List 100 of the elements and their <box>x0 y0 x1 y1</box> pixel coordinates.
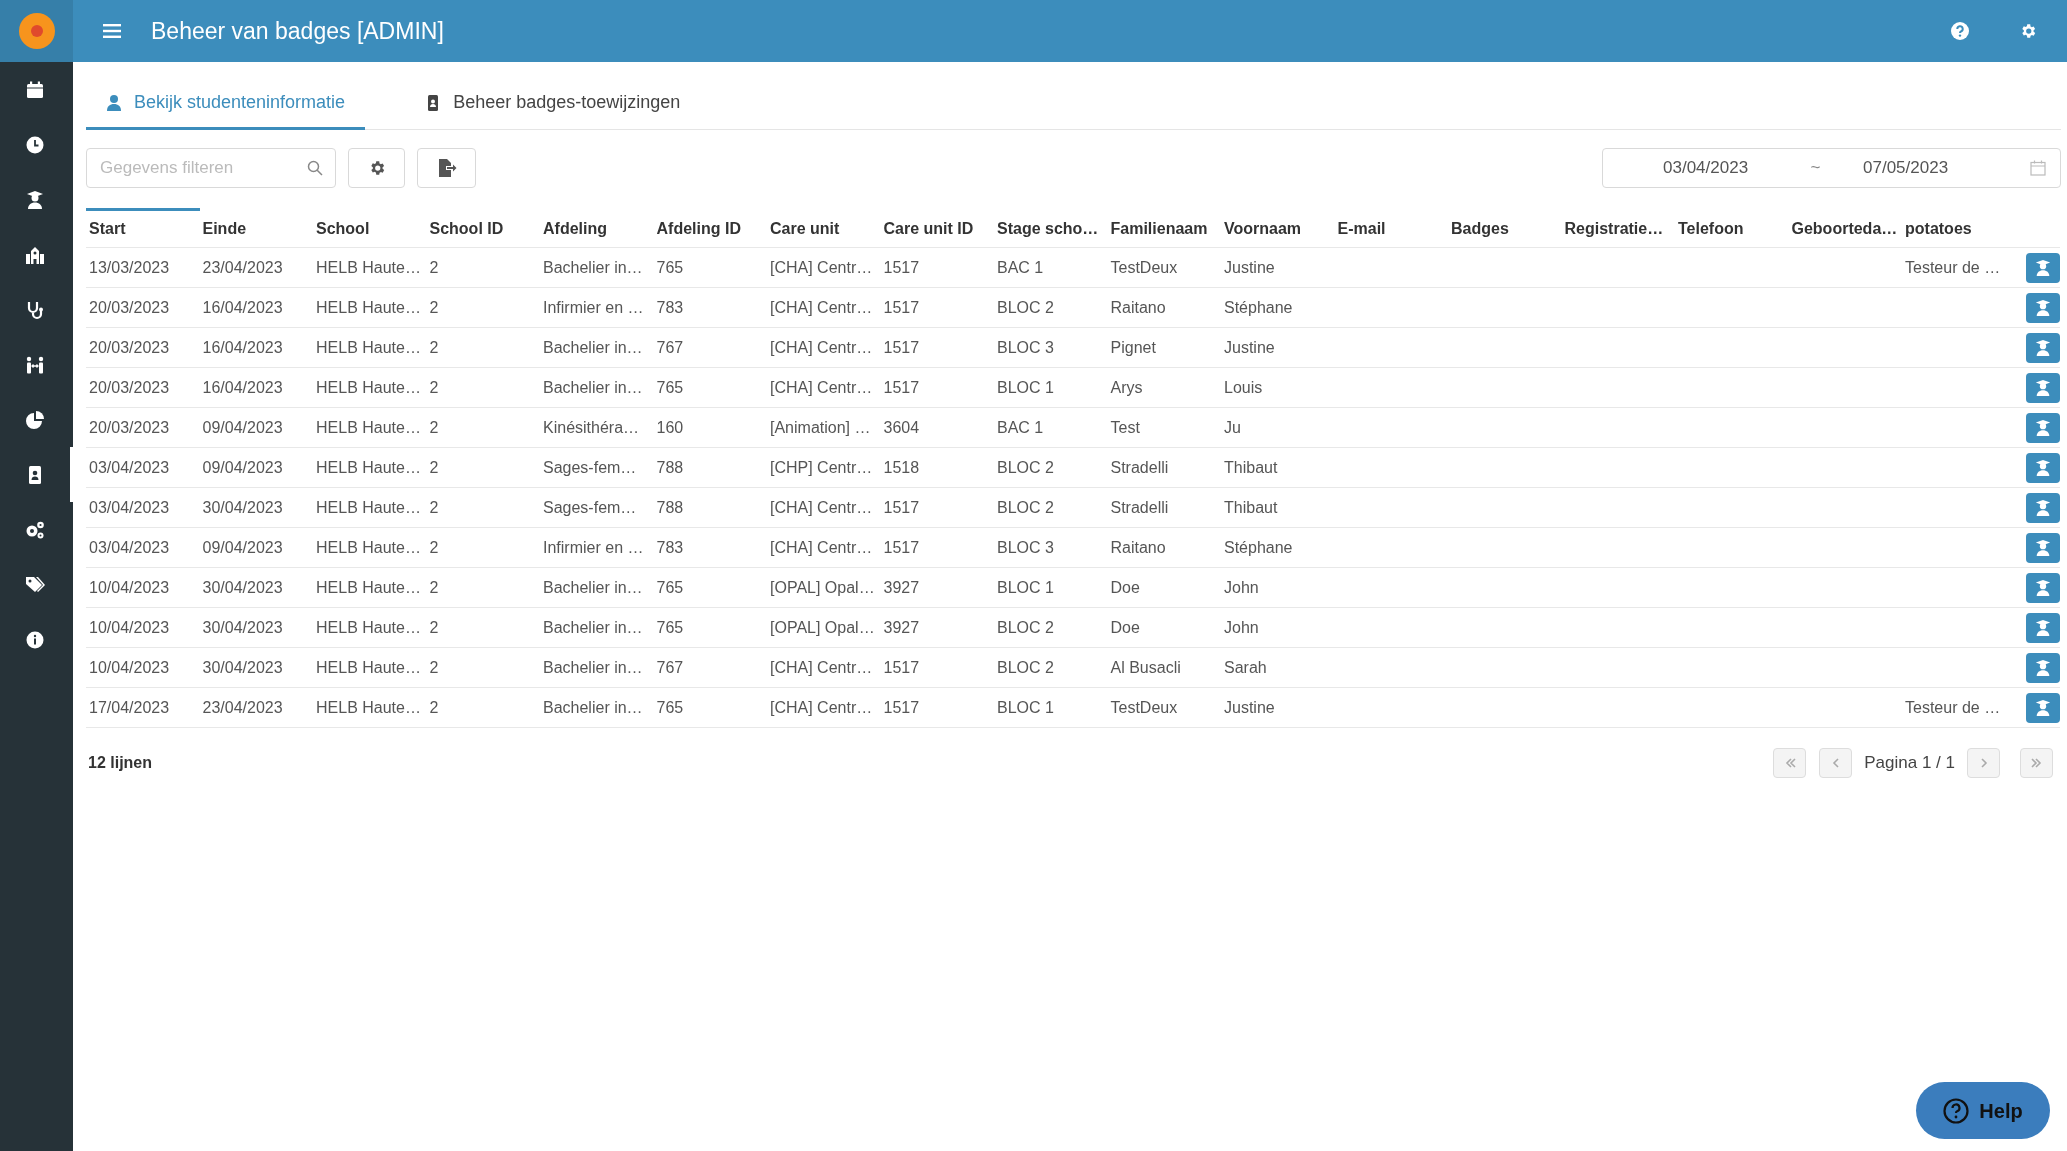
column-header[interactable]: School ID <box>426 208 540 248</box>
table-cell-text: Stradelli <box>1110 497 1169 518</box>
table-cell-text: Testeur de … <box>1905 257 2001 278</box>
table-cell-text: BLOC 1 <box>997 377 1054 398</box>
table-cell-text: 3927 <box>883 577 920 598</box>
column-header[interactable]: School <box>313 208 427 248</box>
table-cell-text: 2 <box>429 577 439 598</box>
column-header[interactable]: Afdeling <box>540 208 654 248</box>
student-profile-button[interactable] <box>2025 412 2060 443</box>
table-cell-text: 2 <box>429 457 439 478</box>
table-cell-text: Thibaut <box>1224 497 1278 518</box>
table-cell-text: 788 <box>656 457 684 478</box>
column-header[interactable]: potatoes <box>1902 208 2016 248</box>
column-header[interactable]: Start <box>86 208 200 248</box>
date-range-field[interactable]: 03/04/2023 ~ 07/05/2023 <box>1602 148 2061 188</box>
column-header[interactable]: Afdeling ID <box>653 208 767 248</box>
graduate-icon <box>25 189 45 210</box>
table-cell-text: 03/04/2023 <box>89 457 170 478</box>
settings-button[interactable] <box>348 148 405 188</box>
table-cell-text: 2 <box>429 257 439 278</box>
tab[interactable]: Beheer badges-toewijzingen <box>405 78 701 130</box>
graduate-icon <box>2033 658 2052 677</box>
table-cell-text: HELB Haute… <box>316 577 421 598</box>
column-header[interactable]: Registratie… <box>1561 208 1675 248</box>
table-cell-text: Pignet <box>1110 337 1156 358</box>
graduate-icon <box>2033 698 2052 717</box>
table-cell-text: 765 <box>656 697 684 718</box>
table-cell-text: [CHA] Centr… <box>770 377 873 398</box>
student-profile-button[interactable] <box>2025 612 2060 643</box>
table-cell-text: 09/04/2023 <box>202 457 283 478</box>
table-cell-text: Bachelier in… <box>543 337 643 358</box>
logo-icon <box>17 12 56 50</box>
column-header[interactable]: E-mail <box>1334 208 1448 248</box>
column-header[interactable]: Care unit ID <box>880 208 994 248</box>
table-cell-text: BLOC 2 <box>997 657 1054 678</box>
table-cell-text: 1518 <box>883 457 920 478</box>
table-cell-text: BLOC 2 <box>997 617 1054 638</box>
tags-icon <box>25 574 45 595</box>
table-cell-text: 1517 <box>883 697 920 718</box>
table-cell-text: 3604 <box>883 417 920 438</box>
column-header[interactable]: Einde <box>199 208 313 248</box>
graduate-icon <box>2033 298 2052 317</box>
student-profile-button[interactable] <box>2025 532 2060 563</box>
table-cell-text: BLOC 1 <box>997 577 1054 598</box>
student-profile-button[interactable] <box>2025 372 2060 403</box>
tab[interactable]: Bekijk studenteninformatie <box>86 78 366 130</box>
table-cell-text: 767 <box>656 657 684 678</box>
student-profile-button[interactable] <box>2025 692 2060 723</box>
table-cell-text: Testeur de … <box>1905 697 2001 718</box>
table-cell-text: [CHA] Centr… <box>770 297 873 318</box>
table-cell-text: Test <box>1110 417 1140 438</box>
table-cell-text: Doe <box>1110 577 1140 598</box>
help-icon[interactable] <box>1951 22 1969 40</box>
graduate-icon <box>2033 458 2052 477</box>
student-profile-button[interactable] <box>2025 252 2060 283</box>
graduate-icon <box>2033 378 2052 397</box>
column-header[interactable]: Voornaam <box>1221 208 1335 248</box>
table-cell-text: HELB Haute… <box>316 377 421 398</box>
menu-icon[interactable] <box>103 24 121 38</box>
table-cell-text: 16/04/2023 <box>202 337 283 358</box>
column-header[interactable]: Geboorteda… <box>1788 208 1902 248</box>
table-cell-text: 03/04/2023 <box>89 537 170 558</box>
table-cell-text: BLOC 3 <box>997 337 1054 358</box>
table-cell-text: 16/04/2023 <box>202 297 283 318</box>
table-cell-text: 765 <box>656 377 684 398</box>
table-cell-text: 3927 <box>883 617 920 638</box>
search-field[interactable]: Gegevens filteren <box>86 148 336 188</box>
column-header[interactable]: Familienaam <box>1107 208 1221 248</box>
graduate-icon <box>2033 258 2052 277</box>
table-cell-text: 1517 <box>883 377 920 398</box>
column-header[interactable]: Care unit <box>767 208 881 248</box>
student-profile-button[interactable] <box>2025 332 2060 363</box>
student-profile-button[interactable] <box>2025 452 2060 483</box>
table-cell-text: 160 <box>656 417 684 438</box>
table-cell-text: Bachelier in… <box>543 257 643 278</box>
table-cell-text: Raitano <box>1110 537 1166 558</box>
pie-chart-icon <box>25 409 45 430</box>
table-cell-text: 09/04/2023 <box>202 537 283 558</box>
student-profile-button[interactable] <box>2025 652 2060 683</box>
table-cell-text: Stéphane <box>1224 537 1293 558</box>
table-cell-text: 23/04/2023 <box>202 257 283 278</box>
student-profile-button[interactable] <box>2025 492 2060 523</box>
student-profile-button[interactable] <box>2025 572 2060 603</box>
table-cell-text: Bachelier in… <box>543 617 643 638</box>
table-cell-text: 03/04/2023 <box>89 497 170 518</box>
start-date: 03/04/2023 <box>1663 157 1750 180</box>
table-cell-text: Sarah <box>1224 657 1267 678</box>
column-header[interactable]: Telefoon <box>1675 208 1789 248</box>
export-button[interactable] <box>417 148 476 188</box>
table-cell-text: [CHP] Centr… <box>770 457 873 478</box>
help-button[interactable]: Help <box>1916 1082 2050 1139</box>
table-cell-text: 20/03/2023 <box>89 337 170 358</box>
column-header[interactable]: Stage scho… <box>994 208 1108 248</box>
student-profile-button[interactable] <box>2025 292 2060 323</box>
help-icon <box>1943 1097 1970 1124</box>
column-header[interactable]: Badges <box>1448 208 1562 248</box>
table-cell-text: John <box>1224 617 1259 638</box>
table-cell-text: 1517 <box>883 657 920 678</box>
table-cell-text: Bachelier in… <box>543 697 643 718</box>
graduate-icon <box>2033 418 2052 437</box>
